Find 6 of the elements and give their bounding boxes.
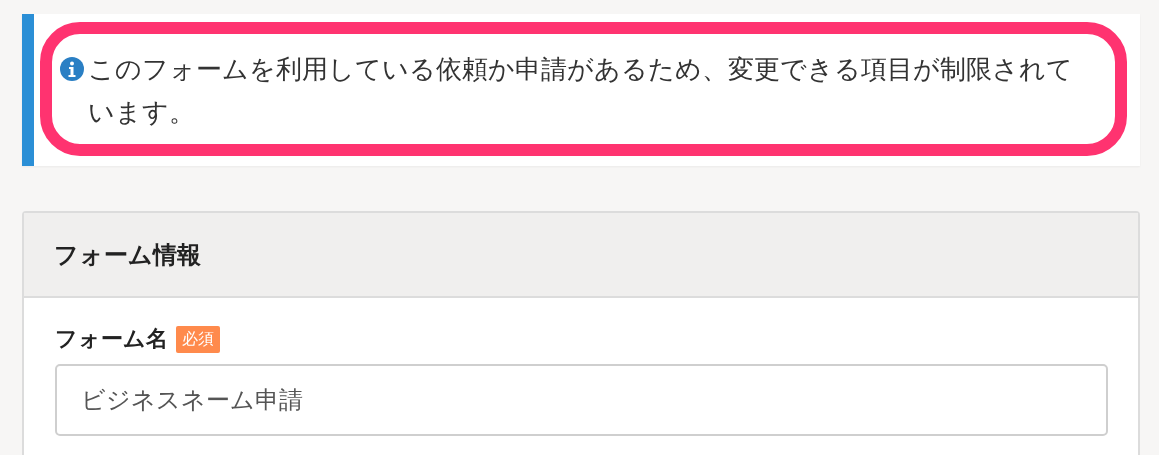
required-badge: 必須 bbox=[176, 325, 220, 353]
info-icon bbox=[60, 57, 84, 81]
panel-title: フォーム情報 bbox=[54, 239, 201, 271]
field-label: フォーム名 bbox=[55, 325, 168, 353]
input-field[interactable]: ビジネスネーム申請 bbox=[55, 364, 1108, 436]
notice-text: このフォームを利用している依頼か申請があるため、変更できる項目が制限されています。 bbox=[88, 53, 1074, 129]
